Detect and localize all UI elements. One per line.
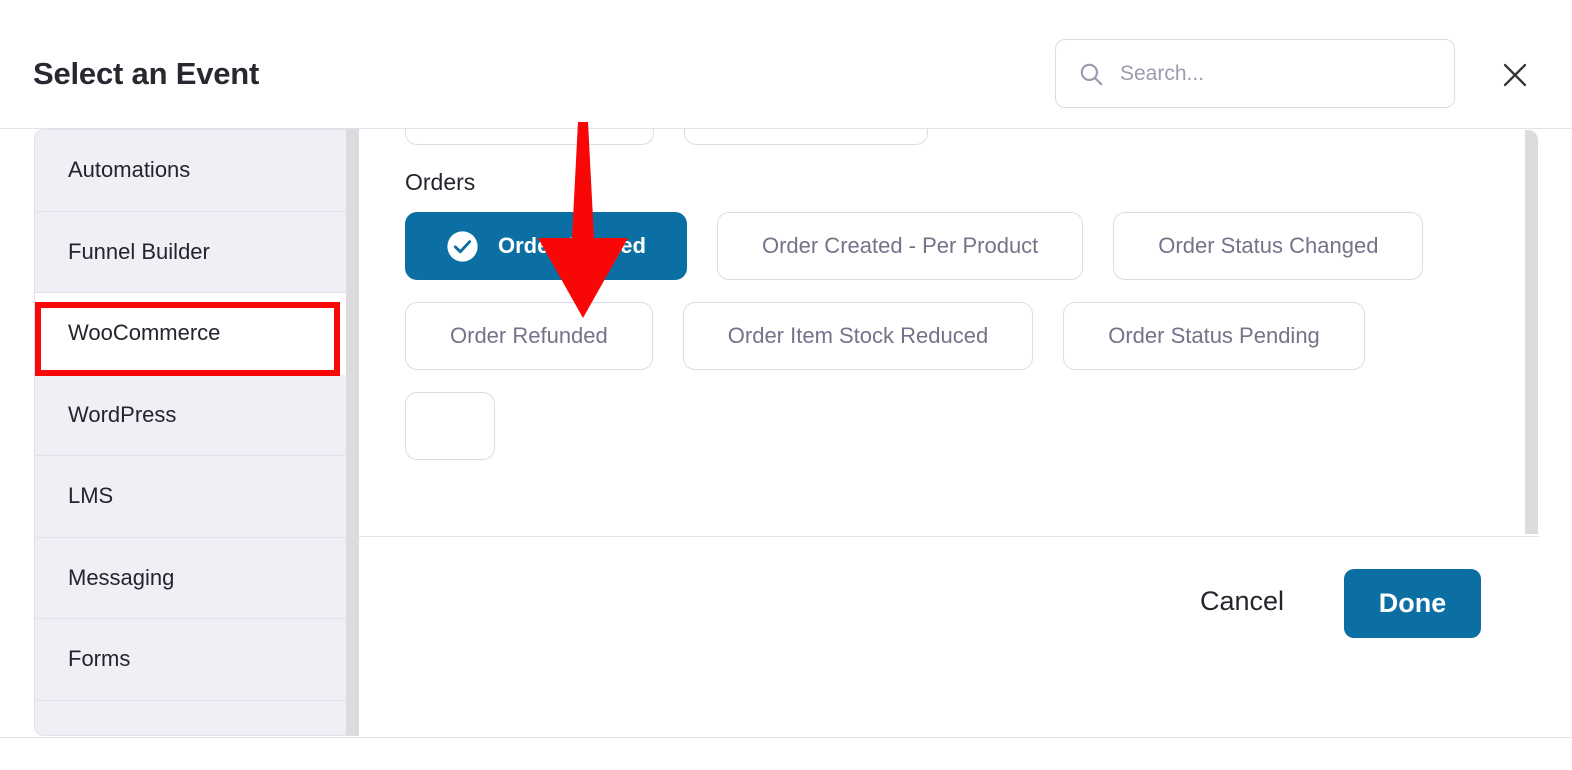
content-scrollbar[interactable]	[1525, 130, 1538, 534]
sidebar-item-woocommerce[interactable]: WooCommerce	[35, 293, 346, 375]
event-chip-order-status-pending[interactable]: Order Status Pending	[1063, 302, 1365, 370]
event-chip-order-item-stock-reduced[interactable]: Order Item Stock Reduced	[682, 302, 1034, 370]
event-chip-row	[359, 392, 1539, 460]
dialog-bottom-edge	[0, 737, 1572, 738]
done-button[interactable]: Done	[1344, 569, 1481, 638]
search-box[interactable]	[1055, 39, 1455, 108]
event-chip-label: Order Created - Per Product	[761, 233, 1039, 258]
event-chip-label: Order Status Pending	[1108, 323, 1320, 348]
search-icon	[1080, 63, 1103, 85]
event-list-scroll-area: Cart Abandoned Cart Recovered Orders Order …	[359, 129, 1539, 536]
check-circle-icon	[447, 230, 478, 262]
event-chip-cart-recovered[interactable]: Cart Recovered	[684, 129, 929, 145]
sidebar-item-label: Automations	[68, 157, 191, 183]
sidebar-item-label: WooCommerce	[68, 320, 221, 346]
sidebar-item-automations[interactable]: Automations	[35, 130, 346, 212]
event-chip-order-refunded[interactable]: Order Refunded	[405, 302, 653, 370]
event-chip-order-status-changed[interactable]: Order Status Changed	[1113, 212, 1424, 280]
sidebar-item-label: WordPress	[68, 401, 177, 427]
close-icon	[1503, 63, 1526, 86]
select-event-dialog: Select an Event Automations Funnel Builde…	[0, 0, 1572, 770]
content-panel: Cart Abandoned Cart Recovered Orders Order …	[359, 129, 1539, 736]
sidebar-item-lms[interactable]: LMS	[35, 456, 346, 538]
group-title-orders: Orders	[405, 169, 476, 195]
sidebar-item-messaging[interactable]: Messaging	[35, 537, 346, 619]
sidebar-item-forms[interactable]: Forms	[35, 619, 346, 701]
sidebar-item-label: Forms	[68, 646, 131, 672]
sidebar-item-label: Funnel Builder	[68, 238, 210, 264]
dialog-body: Automations Funnel Builder WooCommerce Word…	[0, 128, 1572, 738]
dialog-footer: Cancel Done	[359, 537, 1539, 736]
category-sidebar: Automations Funnel Builder WooCommerce Word…	[34, 129, 346, 736]
dialog-header: Select an Event	[0, 0, 1572, 128]
page-title: Select an Event	[33, 56, 260, 91]
sidebar-container: Automations Funnel Builder WooCommerce Word…	[34, 129, 359, 736]
cancel-button[interactable]: Cancel	[1200, 586, 1284, 617]
event-chip-partial[interactable]	[405, 392, 495, 460]
sidebar-item-label: Messaging	[68, 564, 175, 590]
event-chip-row: Order Refunded Order Item Stock Reduced Or…	[359, 302, 1539, 370]
event-chip-cart-abandoned[interactable]: Cart Abandoned	[405, 129, 655, 145]
event-chip-label: Order Status Changed	[1158, 233, 1379, 258]
event-chip-label: Order Created	[498, 233, 646, 258]
event-chip-order-created-per-product[interactable]: Order Created - Per Product	[716, 212, 1084, 280]
close-button[interactable]	[1492, 52, 1537, 97]
event-list: Cart Abandoned Cart Recovered Orders Order …	[359, 129, 1539, 482]
sidebar-item-partial[interactable]	[35, 700, 346, 735]
event-chip-row: Cart Abandoned Cart Recovered	[359, 129, 1539, 145]
sidebar-scrollbar[interactable]	[346, 129, 359, 736]
sidebar-item-wordpress[interactable]: WordPress	[35, 374, 346, 456]
sidebar-item-funnel-builder[interactable]: Funnel Builder	[35, 211, 346, 293]
sidebar-item-label: LMS	[68, 483, 114, 509]
event-chip-order-created[interactable]: Order Created	[405, 212, 687, 280]
event-chip-row: Order Created Order Created - Per Product…	[359, 212, 1539, 280]
event-chip-label: Order Refunded	[450, 323, 608, 348]
search-input[interactable]	[1120, 58, 1420, 89]
event-chip-label: Order Item Stock Reduced	[727, 323, 989, 348]
